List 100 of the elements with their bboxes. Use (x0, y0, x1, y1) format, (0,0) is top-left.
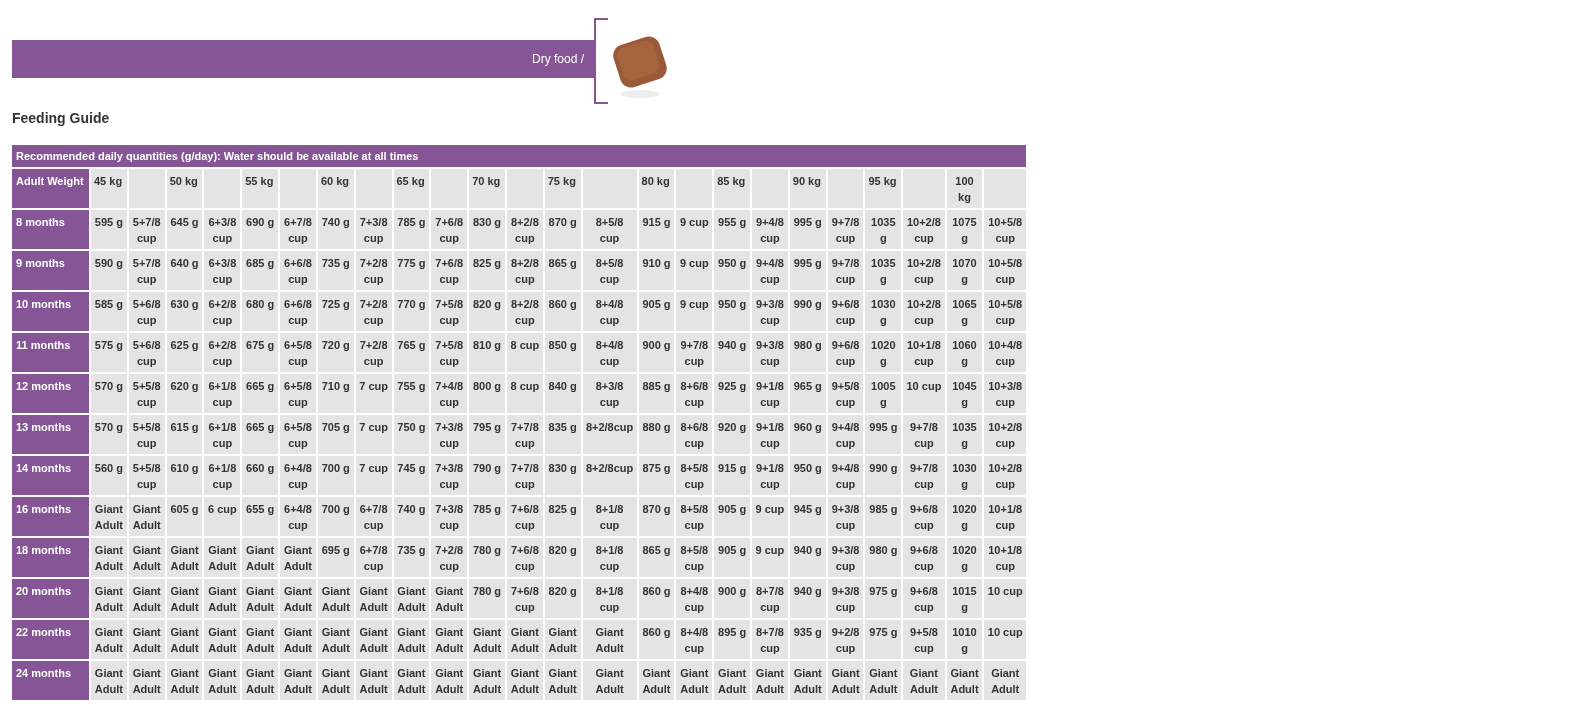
table-cell: 5+6/8 cup (128, 333, 165, 372)
table-cell: 585 g (91, 292, 127, 331)
table-cell: Giant Adult (166, 579, 203, 618)
table-cell: Giant Adult (544, 620, 581, 659)
table-cell: 5+6/8 cup (128, 292, 165, 331)
row-header: 13 months (12, 415, 89, 454)
table-cell: 9+2/8 cup (827, 620, 864, 659)
table-cell: 985 g (865, 497, 902, 536)
column-header: 60 kg (317, 169, 354, 208)
table-cell: 9 cup (676, 210, 713, 249)
table-cell: 995 g (789, 251, 826, 290)
table-cell: 620 g (166, 374, 203, 413)
table-cell: Giant Adult (544, 661, 581, 700)
table-cell: Giant Adult (638, 661, 675, 700)
table-cell: Giant Adult (469, 620, 505, 659)
table-cell: Giant Adult (789, 661, 826, 700)
table-cell: Giant Adult (469, 661, 505, 700)
table-cell: 750 g (393, 415, 430, 454)
table-cell: 7+5/8 cup (431, 333, 468, 372)
table-cell: 9+3/8 cup (752, 333, 788, 372)
table-cell: 920 g (714, 415, 750, 454)
table-cell: 9 cup (752, 497, 788, 536)
table-cell: 9+5/8 cup (827, 374, 864, 413)
table-cell: 870 g (638, 497, 675, 536)
table-cell: Giant Adult (317, 579, 354, 618)
table-cell: Giant Adult (128, 579, 165, 618)
table-cell: 645 g (166, 210, 203, 249)
table-cell: 780 g (469, 538, 505, 577)
table-cell: 1020 g (946, 538, 983, 577)
table-cell: 900 g (714, 579, 750, 618)
table-cell: 925 g (714, 374, 750, 413)
row-header: 24 months (12, 661, 89, 700)
empty-cell (827, 169, 864, 208)
table-cell: 9+7/8 cup (903, 456, 945, 495)
table-cell: Giant Adult (865, 661, 902, 700)
table-cell: 10+4/8 cup (984, 333, 1026, 372)
table-cell: Giant Adult (582, 661, 637, 700)
table-cell: 9+6/8 cup (903, 497, 945, 536)
table-cell: Giant Adult (204, 579, 241, 618)
table-cell: 10+2/8 cup (903, 292, 945, 331)
table-cell: 8+2/8 cup (506, 292, 543, 331)
table-cell: 7+2/8 cup (355, 333, 392, 372)
table-cell: Giant Adult (714, 661, 750, 700)
table-cell: 640 g (166, 251, 203, 290)
row-header: Adult Weight (12, 169, 89, 208)
table-cell: 935 g (789, 620, 826, 659)
table-cell: 9+3/8 cup (752, 292, 788, 331)
table-cell: 995 g (789, 210, 826, 249)
table-cell: 7+3/8 cup (431, 456, 468, 495)
row-header: 10 months (12, 292, 89, 331)
row-header: 12 months (12, 374, 89, 413)
table-cell: Giant Adult (355, 620, 392, 659)
table-cell: 705 g (317, 415, 354, 454)
table-cell: 9+6/8 cup (903, 579, 945, 618)
table-cell: 840 g (544, 374, 581, 413)
table-cell: Giant Adult (582, 620, 637, 659)
table-cell: Giant Adult (242, 538, 279, 577)
table-cell: 1070 g (946, 251, 983, 290)
table-cell: Giant Adult (166, 538, 203, 577)
table-cell: 980 g (865, 538, 902, 577)
table-cell: 7+2/8 cup (355, 251, 392, 290)
table-cell: 8+6/8 cup (676, 374, 713, 413)
table-cell: 6+5/8 cup (280, 333, 316, 372)
table-cell: 785 g (393, 210, 430, 249)
table-cell: 9 cup (676, 292, 713, 331)
empty-cell (280, 169, 316, 208)
table-cell: 10+3/8 cup (984, 374, 1026, 413)
table-cell: 9+1/8 cup (752, 456, 788, 495)
column-header: 90 kg (789, 169, 826, 208)
table-cell: 655 g (242, 497, 279, 536)
table-cell: Giant Adult (827, 661, 864, 700)
column-header: 80 kg (638, 169, 675, 208)
table-cell: 975 g (865, 579, 902, 618)
table-cell: 6+4/8 cup (280, 497, 316, 536)
table-cell: 8+6/8 cup (676, 415, 713, 454)
table-cell: 560 g (91, 456, 127, 495)
row-header: 11 months (12, 333, 89, 372)
table-cell: 875 g (638, 456, 675, 495)
empty-cell (204, 169, 241, 208)
table-cell: 9+4/8 cup (752, 251, 788, 290)
table-cell: 8 cup (506, 333, 543, 372)
table-cell: 590 g (91, 251, 127, 290)
table-cell: Giant Adult (91, 661, 127, 700)
table-cell: 735 g (317, 251, 354, 290)
table-cell: 820 g (469, 292, 505, 331)
table-cell: Giant Adult (355, 579, 392, 618)
table-cell: 1020 g (946, 497, 983, 536)
table-cell: Giant Adult (242, 579, 279, 618)
breadcrumb[interactable]: Dry food / (531, 52, 584, 66)
table-cell: 5+5/8 cup (128, 415, 165, 454)
table-cell: 955 g (714, 210, 750, 249)
table-cell: Giant Adult (166, 620, 203, 659)
table-cell: 910 g (638, 251, 675, 290)
table-cell: 9+5/8 cup (903, 620, 945, 659)
table-cell: 1035 g (865, 210, 902, 249)
table-cell: 10 cup (903, 374, 945, 413)
table-cell: 825 g (469, 251, 505, 290)
table-cell: 10 cup (984, 579, 1026, 618)
table-cell: 8+4/8 cup (676, 620, 713, 659)
table-cell: 6+2/8 cup (204, 333, 241, 372)
